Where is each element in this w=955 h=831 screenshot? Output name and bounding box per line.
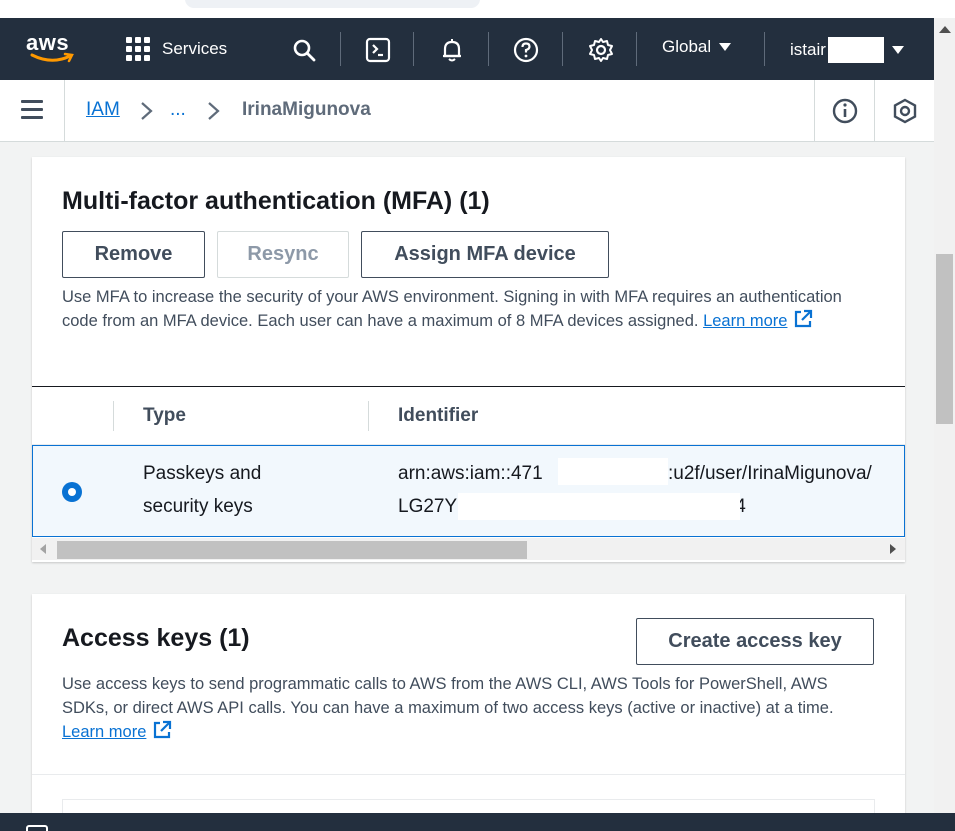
create-access-key-button[interactable]: Create access key: [636, 618, 874, 665]
scroll-up-arrow-icon[interactable]: [939, 26, 951, 33]
mfa-description: Use MFA to increase the security of your…: [62, 285, 852, 333]
table-header: Type Identifier: [32, 387, 905, 445]
remove-mfa-button[interactable]: Remove: [62, 231, 205, 278]
redacted-account-name: [827, 37, 884, 63]
chevron-down-icon: [719, 43, 732, 51]
access-keys-description-text: Use access keys to send programmatic cal…: [62, 675, 834, 717]
identifier-line1-end: :u2f/user/IrinaMigunova/: [668, 463, 872, 484]
feedback-hexagon-icon[interactable]: [891, 97, 919, 125]
cell-type-line2: security keys: [143, 496, 253, 517]
help-icon[interactable]: [512, 36, 540, 64]
scroll-right-arrow-icon[interactable]: [890, 544, 896, 554]
table-row[interactable]: Passkeys and security keys arn:aws:iam::…: [32, 445, 905, 537]
access-keys-panel: Access keys (1) Create access key Use ac…: [32, 594, 905, 831]
footer-bar: [0, 813, 955, 831]
mfa-learn-more-link[interactable]: Learn more: [703, 312, 787, 330]
column-header-identifier[interactable]: Identifier: [398, 405, 478, 427]
cell-type: Passkeys and security keys: [143, 457, 261, 523]
cloudshell-icon[interactable]: [364, 36, 392, 64]
redacted-key-id: [458, 493, 740, 520]
vertical-scroll-thumb[interactable]: [936, 254, 953, 424]
aws-smile-icon: [30, 52, 74, 63]
chevron-right-icon: [141, 102, 153, 120]
mfa-panel: Multi-factor authentication (MFA) (1) Re…: [32, 157, 905, 562]
browser-strip: [0, 0, 955, 18]
mfa-title: Multi-factor authentication (MFA) (1): [62, 187, 490, 215]
gear-icon[interactable]: [587, 36, 615, 64]
row-select-radio[interactable]: [62, 482, 82, 502]
feedback-icon[interactable]: [26, 825, 48, 831]
external-link-icon: [795, 309, 813, 328]
access-keys-title: Access keys (1): [62, 624, 250, 652]
scroll-left-arrow-icon[interactable]: [40, 544, 46, 554]
services-label: Services: [162, 39, 228, 58]
external-link-icon: [154, 720, 172, 739]
breadcrumb-bar: IAM ... IrinaMigunova: [0, 80, 934, 142]
info-icon[interactable]: [831, 97, 859, 125]
services-menu-button[interactable]: Services: [126, 36, 227, 62]
aws-logo[interactable]: aws: [26, 30, 76, 66]
mfa-devices-table: Type Identifier Passkeys and security ke…: [32, 386, 905, 567]
cell-type-line1: Passkeys and: [143, 463, 262, 484]
redacted-account-id: [558, 458, 668, 485]
chevron-right-icon: [208, 102, 220, 120]
assign-mfa-device-button[interactable]: Assign MFA device: [361, 231, 609, 278]
chevron-down-icon: [891, 46, 904, 54]
breadcrumb-iam-link[interactable]: IAM: [86, 99, 120, 121]
horizontal-scroll-thumb[interactable]: [57, 541, 527, 559]
top-navigation: aws Services Global istair: [0, 18, 934, 80]
menu-icon[interactable]: [21, 100, 43, 120]
panel-divider: [32, 774, 905, 775]
access-keys-learn-more-link[interactable]: Learn more: [62, 723, 146, 741]
vertical-scrollbar[interactable]: [934, 18, 955, 813]
account-menu[interactable]: istair: [790, 37, 904, 63]
identifier-line1-start: arn:aws:iam::471: [398, 463, 543, 484]
column-header-type[interactable]: Type: [143, 405, 186, 427]
region-selector[interactable]: Global: [662, 37, 732, 57]
bell-icon[interactable]: [438, 36, 466, 64]
browser-address-pill[interactable]: [185, 0, 480, 8]
identifier-line2-start: LG27Y: [398, 496, 458, 517]
access-keys-description: Use access keys to send programmatic cal…: [62, 672, 874, 744]
region-label: Global: [662, 37, 712, 56]
horizontal-scrollbar[interactable]: [32, 538, 905, 560]
breadcrumb-current: IrinaMigunova: [242, 99, 371, 120]
search-icon[interactable]: [290, 36, 318, 64]
account-user-label: istair: [790, 40, 826, 59]
breadcrumb-ellipsis[interactable]: ...: [170, 99, 186, 121]
resync-mfa-button[interactable]: Resync: [217, 231, 349, 278]
grid-icon: [126, 37, 150, 61]
